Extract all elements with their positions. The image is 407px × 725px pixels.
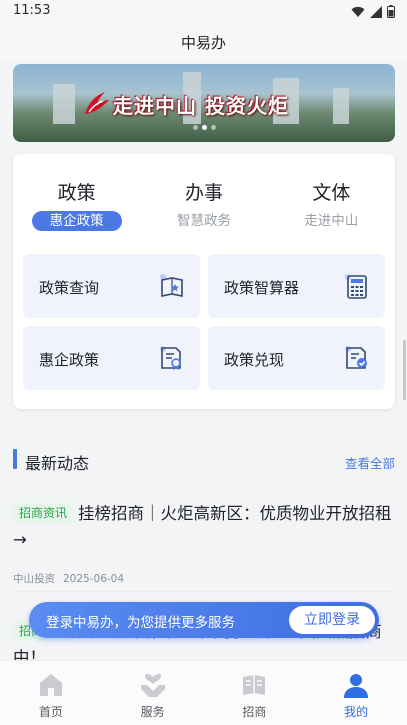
policy-book-icon [160,274,183,297]
tabbar-label: 招商 [242,705,267,719]
building-shape [333,88,349,124]
tabbar-label: 服务 [140,705,165,719]
tab-policy[interactable]: 政策 惠企政策 [13,154,140,244]
wifi-icon [351,6,365,17]
document-badge-icon [160,346,181,370]
banner-headline: 走进中山 投资火炬 [113,94,289,118]
section-accent-bar [13,449,17,469]
document-check-icon [345,346,367,369]
bottom-tab-bar: 首页 服务 招商 我的 [0,660,407,725]
banner-pagination [13,125,395,130]
news-tag: 招商资讯 [13,503,74,523]
news-source: 中山投资 [13,573,55,585]
banner-dot-active [201,125,207,130]
tabbar-home[interactable]: 首页 [0,661,102,725]
app-header: 中易办 [0,24,407,62]
torch-logo-icon [85,92,109,114]
status-bar: 11:53 [0,0,407,24]
tab-subtitle: 走进中山 [304,213,359,229]
tile-enterprise-policy[interactable]: 惠企政策 [23,326,200,390]
tab-subtitle: 智慧政务 [176,213,231,229]
building-shape [53,84,75,124]
news-title-line: 招商资讯 挂榜招商｜火炬高新区：优质物业开放招租→ [13,501,393,553]
tabbar-mine[interactable]: 我的 [305,661,407,725]
tile-label: 惠企政策 [39,351,100,369]
scrollbar[interactable] [403,340,406,400]
login-prompt-message: 登录中易办，为您提供更多服务 [46,615,235,631]
section-title: 最新动态 [25,454,90,473]
page-title: 中易办 [180,34,226,52]
calculator-icon [345,274,367,299]
divider [13,591,394,592]
tile-label: 政策智算器 [224,279,300,297]
user-icon [344,674,369,698]
tab-title: 政策 [57,182,96,204]
promo-banner[interactable]: 走进中山 投资火炬 [13,64,395,142]
view-all-link[interactable]: 查看全部 [345,453,395,472]
tile-label: 政策查询 [39,279,100,297]
service-tabs: 政策 惠企政策 办事 智慧政务 文体 走进中山 [13,154,395,244]
tabbar-service[interactable]: 服务 [102,661,204,725]
tile-policy-query[interactable]: 政策查询 [23,254,200,318]
tile-policy-redeem[interactable]: 政策兑现 [208,326,385,390]
banner-dot [210,125,216,130]
investment-book-icon [243,675,266,695]
tab-affairs[interactable]: 办事 智慧政务 [140,154,267,244]
signal-icon [370,5,382,18]
tabbar-label: 我的 [344,705,369,719]
home-icon [39,674,62,696]
tab-subtitle: 惠企政策 [31,211,122,231]
tile-label: 政策兑现 [224,351,285,369]
tile-policy-calculator[interactable]: 政策智算器 [208,254,385,318]
status-time: 11:53 [13,3,51,18]
tab-culture[interactable]: 文体 走进中山 [268,154,395,244]
tabbar-investment[interactable]: 招商 [204,661,306,725]
service-tiles: 政策查询 政策智算器 惠企政策 政策兑现 [23,254,385,390]
news-date: 2025-06-04 [63,573,125,585]
login-now-button[interactable]: 立即登录 [289,606,375,634]
tab-title: 文体 [312,182,351,204]
service-card: 政策 惠企政策 办事 智慧政务 文体 走进中山 政策查询 政策智算器 惠企政策 … [13,154,395,409]
tab-title: 办事 [184,182,223,204]
news-section-header: 最新动态 查看全部 [13,448,395,473]
service-hands-icon [140,673,165,697]
battery-icon [387,5,395,18]
status-icons [351,5,395,18]
news-meta: 中山投资 2025-06-04 [13,571,393,586]
tabbar-label: 首页 [38,705,63,719]
login-prompt-bar: 登录中易办，为您提供更多服务 立即登录 [29,602,379,638]
banner-dot [192,125,198,130]
news-item[interactable]: 招商资讯 挂榜招商｜火炬高新区：优质物业开放招租→ 中山投资 2025-06-04 [13,501,393,586]
